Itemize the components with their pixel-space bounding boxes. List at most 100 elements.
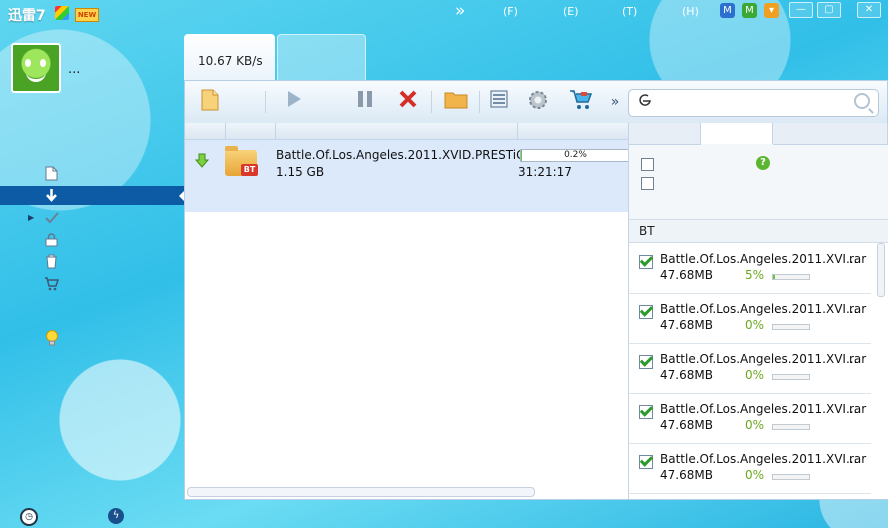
task-time-left: 31:21:17 (518, 165, 572, 179)
file-percent: 0% (745, 468, 765, 482)
main-panel: » BT Battle.Of.Los.Angeles.2011.XVID.PRE… (184, 80, 888, 500)
file-checkbox[interactable] (639, 405, 653, 419)
delete-icon[interactable] (395, 89, 421, 115)
option-checkbox-1[interactable] (641, 158, 654, 171)
menu-help[interactable]: (H) (682, 5, 699, 18)
username[interactable]: ... (68, 62, 80, 77)
new-task-icon[interactable] (197, 89, 223, 115)
detail-tab-2[interactable] (701, 123, 773, 144)
sidebar-item-downloading[interactable] (0, 186, 185, 205)
file-ext: rar (849, 302, 867, 316)
lock-icon (44, 232, 59, 247)
list-item[interactable]: Battle.Of.Los.Angeles.2011.XVI... rar 47.6… (629, 443, 871, 494)
file-progress-bar (772, 424, 810, 430)
double-chevron-icon[interactable]: » (455, 1, 465, 21)
close-button[interactable]: ✕ (857, 2, 881, 18)
file-checkbox[interactable] (639, 305, 653, 319)
folder-icon: BT (225, 146, 258, 176)
bt-section-label: BT (639, 224, 655, 238)
file-name: Battle.Of.Los.Angeles.2011.XVI... (660, 352, 858, 366)
settings-icon[interactable] (525, 89, 551, 115)
checkmark-icon (44, 210, 59, 225)
sidebar-item-private[interactable] (0, 230, 184, 249)
help-icon[interactable]: ? (756, 156, 770, 170)
file-name: Battle.Of.Los.Angeles.2011.XVI... (660, 252, 858, 266)
detail-tabs (629, 123, 888, 145)
file-progress-bar (772, 374, 810, 380)
file-ext: rar (849, 402, 867, 416)
file-percent: 0% (745, 368, 765, 382)
list-header (185, 123, 628, 140)
pause-icon[interactable] (352, 89, 378, 115)
list-item[interactable]: Battle.Of.Los.Angeles.2011.XVI... rar 47.6… (629, 293, 871, 344)
task-name: Battle.Of.Los.Angeles.2011.XVID.PRESTiGE (276, 148, 533, 162)
tshirt-icon[interactable]: ▾ (764, 3, 779, 18)
horizontal-scrollbar[interactable] (187, 487, 535, 497)
file-size: 47.68MB (660, 268, 713, 282)
file-percent: 0% (745, 418, 765, 432)
lightbulb-icon[interactable] (45, 330, 59, 352)
skin-m-green-icon[interactable]: M (742, 3, 757, 18)
tab-secondary[interactable] (277, 34, 366, 81)
lightning-icon[interactable]: ϟ (108, 508, 124, 524)
list-item[interactable]: Battle.Of.Los.Angeles.2011.XVI... rar 47.6… (629, 343, 871, 394)
sidebar-item-all[interactable] (0, 164, 184, 183)
file-checkbox[interactable] (639, 355, 653, 369)
table-row[interactable]: BT Battle.Of.Los.Angeles.2011.XVID.PREST… (185, 140, 631, 212)
search-engine-icon[interactable] (637, 93, 653, 111)
bt-badge: BT (241, 164, 258, 176)
more-icon[interactable]: » (602, 89, 628, 115)
file-ext: rar (849, 452, 867, 466)
skin-m-blue-icon[interactable]: M (720, 3, 735, 18)
detail-tab-3[interactable] (773, 123, 888, 145)
play-icon[interactable] (281, 89, 307, 115)
minimize-button[interactable]: — (789, 2, 813, 18)
sidebar-item-trash[interactable] (0, 252, 184, 271)
file-list: Battle.Of.Los.Angeles.2011.XVI... rar 47.6… (629, 243, 888, 499)
file-progress-fill (773, 275, 775, 279)
cart-icon (44, 276, 60, 291)
list-item[interactable]: Battle.Of.Los.Angeles.2011.XVI... rar 47.6… (629, 393, 871, 444)
file-percent: 0% (745, 318, 765, 332)
file-ext: rar (849, 352, 867, 366)
avatar[interactable] (11, 43, 61, 93)
trash-icon (44, 254, 59, 269)
file-percent: 5% (745, 268, 765, 282)
file-progress-bar (772, 274, 810, 280)
list-item[interactable]: Battle.Of.Los.Angeles.2011.XVI... rar 47.6… (629, 243, 871, 294)
file-size: 47.68MB (660, 468, 713, 482)
task-progress-label: 0.2% (564, 150, 587, 160)
detail-pane: ? BT Battle.Of.Los.Angeles.2011.XVI... ra… (628, 123, 888, 499)
menu-edit[interactable]: (E) (563, 5, 579, 18)
file-checkbox[interactable] (639, 455, 653, 469)
task-progress-bar: 0.2% (520, 149, 631, 162)
sidebar-item-completed[interactable] (0, 208, 184, 227)
sidebar-item-store[interactable] (0, 274, 184, 293)
file-name: Battle.Of.Los.Angeles.2011.XVI... (660, 302, 858, 316)
bt-section-header: BT (629, 219, 888, 243)
file-checkbox[interactable] (639, 255, 653, 269)
menu-file[interactable]: (F) (503, 5, 518, 18)
file-size: 47.68MB (660, 368, 713, 382)
file-name: Battle.Of.Los.Angeles.2011.XVI... (660, 452, 858, 466)
file-size: 47.68MB (660, 418, 713, 432)
cart-icon[interactable] (568, 89, 594, 115)
maximize-button[interactable]: ▢ (817, 2, 841, 18)
list-icon[interactable] (486, 89, 512, 115)
detail-tab-1[interactable] (629, 123, 701, 145)
search-box[interactable] (628, 89, 879, 117)
download-arrow-icon (44, 188, 59, 203)
document-icon (44, 166, 59, 181)
new-badge[interactable]: NEW (75, 8, 99, 22)
tab-speed-label: 10.67 KB/s (198, 54, 263, 68)
vertical-scrollbar[interactable] (877, 243, 885, 297)
app-logo-icon (55, 6, 69, 20)
search-input[interactable] (655, 93, 849, 113)
tab-speed[interactable]: 10.67 KB/s (184, 34, 275, 82)
search-icon[interactable] (854, 93, 870, 109)
folder-icon[interactable] (443, 89, 469, 115)
menu-tools[interactable]: (T) (622, 5, 637, 18)
download-arrow-icon (194, 153, 210, 173)
clock-icon[interactable]: ◷ (20, 508, 38, 526)
option-checkbox-2[interactable] (641, 177, 654, 190)
